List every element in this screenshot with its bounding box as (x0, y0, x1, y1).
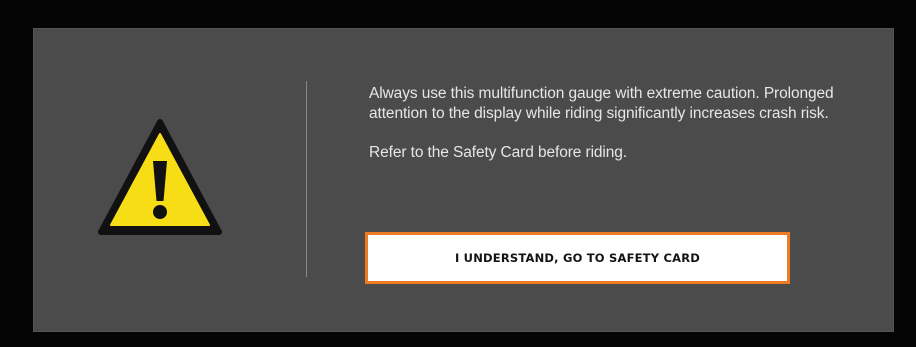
button-label: I UNDERSTAND, GO TO SAFETY CARD (454, 251, 701, 265)
understand-safety-card-button[interactable]: I UNDERSTAND, GO TO SAFETY CARD (365, 232, 790, 284)
vertical-divider (306, 81, 307, 277)
warning-message: Always use this multifunction gauge with… (369, 84, 839, 163)
screen: Always use this multifunction gauge with… (0, 0, 916, 347)
warning-text: Always use this multifunction gauge with… (369, 85, 834, 122)
safety-card-reminder: Refer to the Safety Card before riding. (369, 144, 628, 161)
warning-triangle-icon (98, 119, 222, 235)
